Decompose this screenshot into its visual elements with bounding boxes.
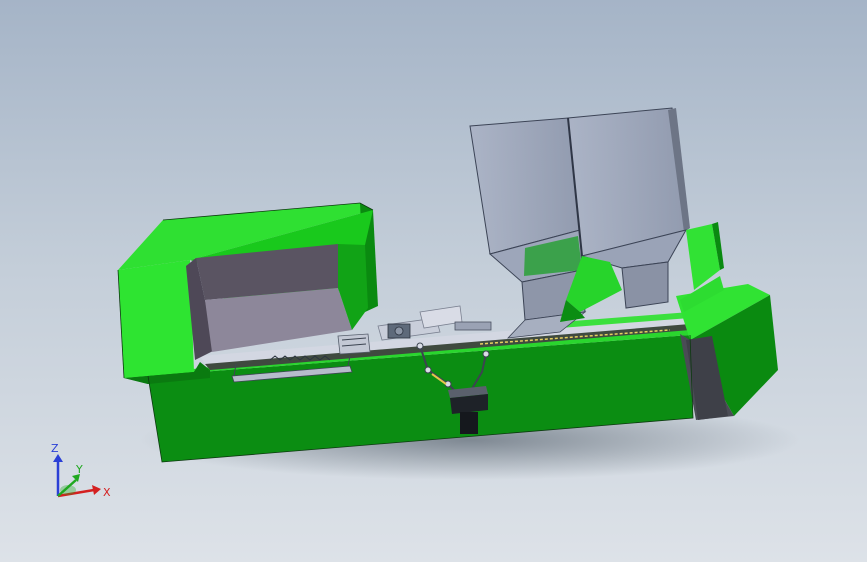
shaft bbox=[454, 321, 492, 331]
bearing-hole bbox=[394, 326, 404, 336]
y-axis-label: Y bbox=[75, 463, 83, 476]
pivot-a bbox=[416, 342, 424, 350]
z-axis-arrow bbox=[53, 454, 63, 462]
motor-shaft-housing bbox=[460, 412, 478, 434]
hopper-left-back bbox=[469, 117, 581, 255]
graphics-viewport[interactable]: Z X Y bbox=[0, 0, 867, 562]
hopper-right-neck bbox=[621, 261, 669, 309]
coordinate-triad[interactable]: Z X Y bbox=[40, 440, 120, 510]
pivot-d bbox=[482, 350, 490, 358]
right-housing[interactable] bbox=[676, 222, 778, 420]
cad-model[interactable] bbox=[0, 0, 867, 562]
z-axis-label: Z bbox=[51, 442, 59, 455]
pivot-b bbox=[424, 366, 432, 374]
triad-origin bbox=[60, 485, 76, 495]
x-axis-label: X bbox=[103, 486, 111, 499]
hopper-right-back bbox=[567, 107, 687, 257]
left-housing-left bbox=[118, 260, 194, 378]
x-axis-arrow bbox=[92, 485, 101, 495]
